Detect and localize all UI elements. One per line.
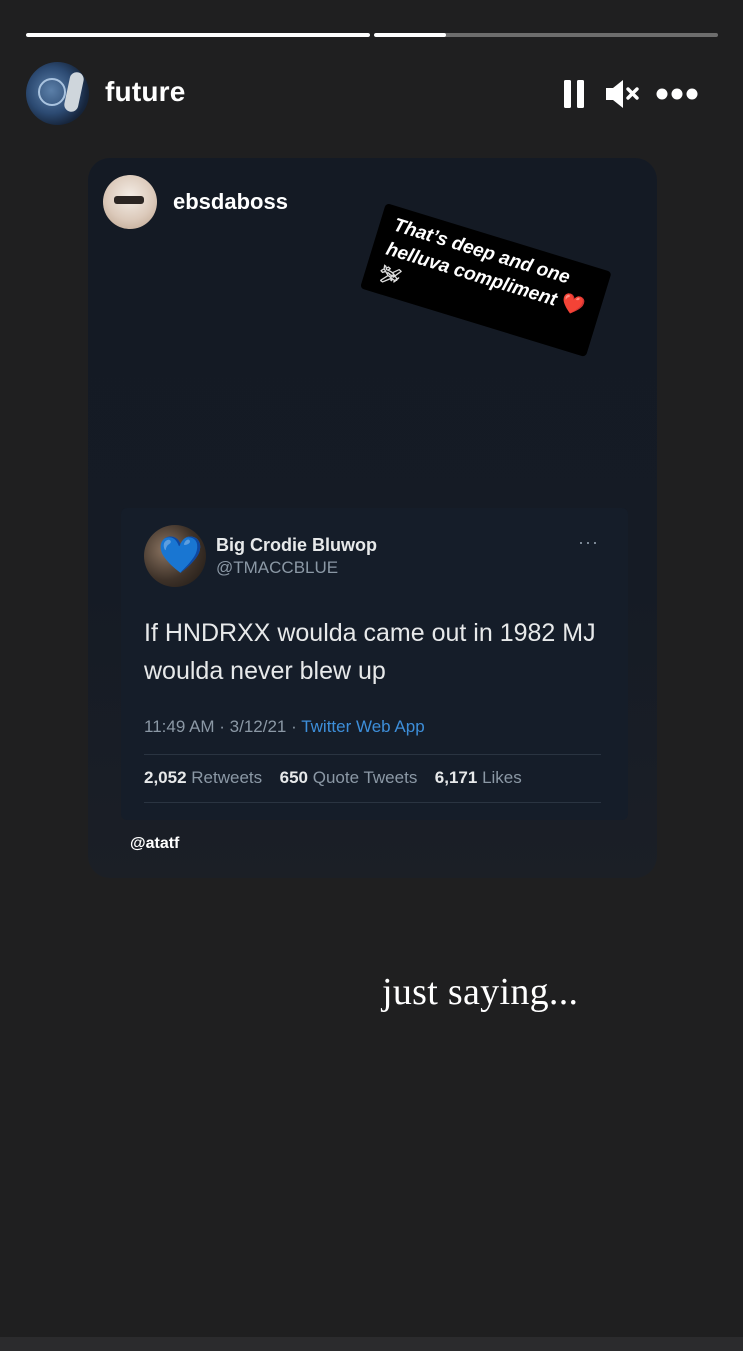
pause-button[interactable]: [558, 74, 590, 114]
avatar-stripe: [62, 70, 86, 114]
story-username[interactable]: future: [105, 76, 186, 108]
likes-label[interactable]: Likes: [482, 768, 522, 787]
tweet-meta: 11:49 AM · 3/12/21 · Twitter Web App: [144, 717, 425, 737]
tweet-avatar[interactable]: 💙: [144, 525, 206, 587]
mute-button[interactable]: [602, 74, 642, 114]
bottom-bar: [0, 1337, 743, 1351]
story-progress-fill-1: [26, 33, 370, 37]
mention-tag[interactable]: @atatf: [130, 835, 179, 853]
shared-post-avatar[interactable]: [103, 175, 157, 229]
more-dots-icon: [656, 88, 698, 100]
tweet-divider-top: [144, 754, 601, 755]
story-caption: just saying...: [382, 971, 579, 1013]
tweet-text: If HNDRXX woulda came out in 1982 MJ wou…: [144, 619, 596, 685]
quote-tweets-count[interactable]: 650: [280, 768, 308, 787]
story-viewer: future ebsdaboss That’s deep and one hel…: [0, 0, 743, 1351]
tweet-display-name[interactable]: Big Crodie Bluwop: [216, 535, 377, 556]
mute-icon: [606, 80, 639, 108]
story-progress-fill-2: [374, 33, 447, 37]
shared-post-username[interactable]: ebsdaboss: [173, 189, 288, 215]
tweet-more-icon[interactable]: ···: [578, 532, 599, 553]
profile-avatar[interactable]: [26, 62, 89, 125]
pause-icon: [564, 80, 584, 108]
story-progress-bar-1: [26, 33, 370, 37]
blue-heart-icon: 💙: [158, 534, 203, 575]
tweet-stats: 2,052 Retweets 650 Quote Tweets 6,171 Li…: [144, 768, 522, 788]
tweet-handle[interactable]: @TMACCBLUE: [216, 558, 338, 578]
avatar-sunglasses: [114, 196, 144, 204]
heart-icon: ❤️: [558, 292, 588, 320]
avatar-emblem: [38, 78, 66, 106]
likes-count[interactable]: 6,171: [435, 768, 478, 787]
retweets-count[interactable]: 2,052: [144, 768, 187, 787]
retweets-label[interactable]: Retweets: [191, 768, 262, 787]
tweet-source-link[interactable]: Twitter Web App: [301, 717, 424, 736]
tweet-divider-bottom: [144, 802, 601, 803]
quote-tweets-label[interactable]: Quote Tweets: [313, 768, 418, 787]
airplane-icon: 🛩: [376, 263, 403, 288]
tweet-timestamp: 11:49 AM · 3/12/21 ·: [144, 717, 302, 736]
more-options-button[interactable]: [652, 74, 702, 114]
story-progress-bar-2: [374, 33, 718, 37]
